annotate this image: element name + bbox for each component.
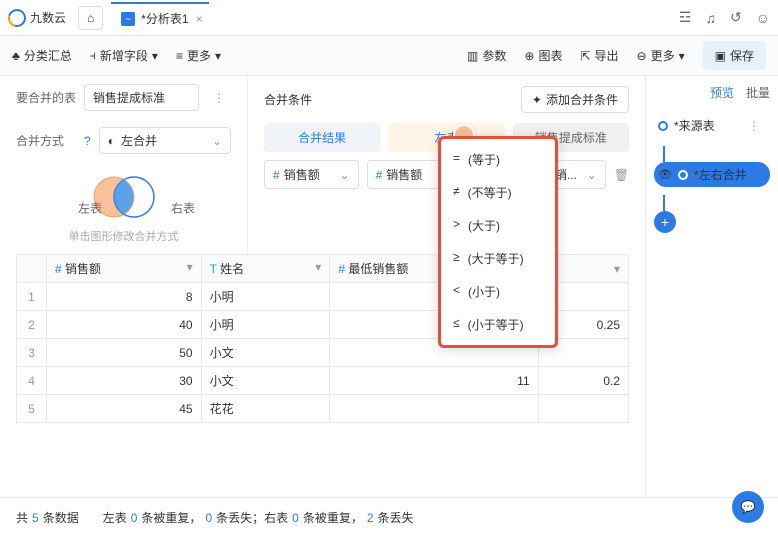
steps-panel: 预览 批量 *来源表⋮ 👁*左右合并 + (645, 76, 778, 497)
more-button[interactable]: ≡更多▾ (176, 47, 221, 64)
close-icon[interactable]: × (196, 12, 203, 26)
add-field-button[interactable]: ⫞新增字段▾ (90, 47, 158, 64)
toolbar: ♣分类汇总 ⫞新增字段▾ ≡更多▾ ▥参数 ⊕图表 ⇱导出 ⊖更多▾ ▣保存 (0, 36, 778, 76)
node-merge[interactable]: 👁*左右合并 (654, 162, 770, 187)
table-row[interactable]: 545花花 (17, 395, 629, 423)
app-header: 九数云 ⌂ ~ *分析表1 × ☲ ♫ ↺ ☺ (0, 0, 778, 36)
dd-not-equals[interactable]: ≠(不等于) (441, 176, 555, 209)
venn-diagram[interactable]: 左表 右表 单击图形修改合并方式 (0, 162, 247, 254)
home-button[interactable]: ⌂ (78, 6, 103, 30)
dd-lte[interactable]: ≤(小于等于) (441, 308, 555, 341)
merge-method-select[interactable]: ◐左合并⌄ (99, 127, 231, 154)
chart-button[interactable]: ⊕图表 (524, 47, 562, 64)
classify-button[interactable]: ♣分类汇总 (12, 47, 72, 64)
tab-batch[interactable]: 批量 (746, 84, 770, 101)
chat-button[interactable]: 💬 (732, 491, 764, 523)
operator-dropdown: =(等于) ≠(不等于) >(大于) ≥(大于等于) <(小于) ≤(小于等于) (438, 136, 558, 348)
dd-equals[interactable]: =(等于) (441, 143, 555, 176)
history-icon[interactable]: ↺ (730, 9, 742, 26)
brand-logo: 九数云 (8, 9, 66, 27)
tab-result[interactable]: 合并结果 (264, 123, 380, 152)
merge-table-label: 要合并的表 (16, 89, 76, 106)
dd-gt[interactable]: >(大于) (441, 209, 555, 242)
status-bar: 共5条数据 左表0条被重复， 0条丢失；右表 0条被重复， 2条丢失 (0, 497, 778, 537)
col-sales[interactable]: # 销售额▾ (47, 255, 202, 283)
header-actions: ☲ ♫ ↺ ☺ (679, 9, 770, 26)
sheet-icon: ~ (121, 12, 135, 26)
dd-lt[interactable]: <(小于) (441, 275, 555, 308)
dd-gte[interactable]: ≥(大于等于) (441, 242, 555, 275)
merge-table-select[interactable]: 销售提成标准 (84, 84, 199, 111)
tab-active[interactable]: ~ *分析表1 × (111, 2, 208, 33)
more-icon[interactable]: ⋮ (207, 91, 231, 105)
venn-hint: 单击图形修改合并方式 (0, 228, 247, 244)
help-icon[interactable]: ? (84, 134, 91, 148)
node-source[interactable]: *来源表⋮ (654, 113, 770, 138)
list-icon[interactable]: ☲ (679, 9, 692, 26)
merge-method-row: 合并方式 ? ◐左合并⌄ (0, 119, 247, 162)
add-step-button[interactable]: + (654, 211, 676, 233)
delete-icon[interactable]: 🗑 (614, 168, 629, 182)
add-condition-button[interactable]: ✦添加合并条件 (521, 86, 629, 113)
table-row[interactable]: 430小文110.2 (17, 367, 629, 395)
tab-preview[interactable]: 预览 (710, 84, 734, 101)
export-button[interactable]: ⇱导出 (580, 47, 618, 64)
col-name[interactable]: T 姓名▾ (201, 255, 330, 283)
merge-table-row: 要合并的表 销售提成标准 ⋮ (0, 76, 247, 119)
col-index (17, 255, 47, 283)
brand-text: 九数云 (30, 9, 66, 26)
more2-button[interactable]: ⊖更多▾ (637, 47, 685, 64)
user-icon[interactable]: ☺ (756, 10, 770, 26)
cond-title: 合并条件 (264, 91, 312, 108)
bell-icon[interactable]: ♫ (705, 10, 716, 26)
logo-icon (5, 5, 30, 30)
merge-method-label: 合并方式 (16, 132, 76, 149)
eye-icon: 👁 (658, 168, 672, 181)
save-button[interactable]: ▣保存 (703, 41, 766, 70)
params-button[interactable]: ▥参数 (467, 47, 506, 64)
field-left[interactable]: #销售额⌄ (264, 160, 359, 189)
tab-title: *分析表1 (141, 10, 188, 27)
